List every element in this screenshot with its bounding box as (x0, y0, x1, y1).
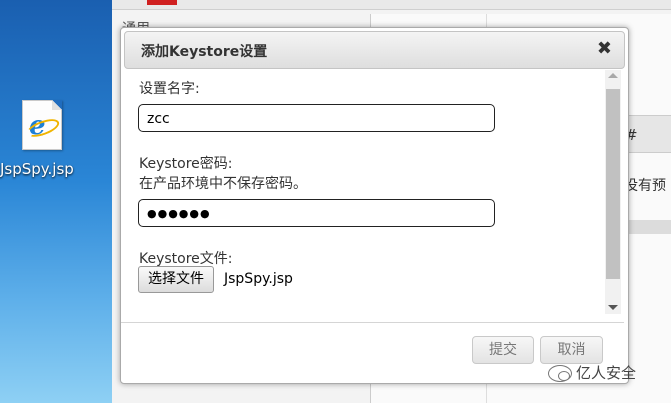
app-topbar (112, 0, 671, 10)
desktop-file-icon[interactable]: e (14, 100, 70, 150)
desktop-file-label[interactable]: JspSpy.jsp (0, 160, 90, 178)
dialog-form: 设置名字: zcc Keystore密码: 在产品环境中不保存密码。 ●●●●●… (121, 70, 624, 322)
submit-button[interactable]: 提交 (472, 336, 534, 364)
app-logo-mark (147, 0, 177, 5)
choose-file-button[interactable]: 选择文件 (138, 266, 214, 293)
file-label: Keystore文件: (139, 251, 233, 267)
selected-file-name: JspSpy.jsp (224, 271, 293, 287)
table-empty-text: 没有预 (624, 178, 666, 194)
dialog-scrollbar[interactable] (605, 70, 621, 314)
watermark-text: 亿人安全 (576, 364, 637, 382)
ie-file-icon: e (22, 100, 62, 150)
scroll-down-icon[interactable] (608, 305, 618, 310)
setting-name-input[interactable]: zcc (138, 104, 495, 132)
dialog-titlebar: 添加Keystore设置 ✖ (124, 31, 625, 69)
password-note: 在产品环境中不保存密码。 (139, 176, 307, 192)
cancel-button[interactable]: 取消 (540, 336, 603, 364)
close-icon[interactable]: ✖ (597, 38, 612, 59)
desktop-background: e JspSpy.jsp (0, 0, 112, 403)
keystore-password-input[interactable]: ●●●●●● (138, 199, 495, 227)
wechat-icon (548, 365, 572, 382)
name-label: 设置名字: (139, 81, 200, 97)
scroll-up-icon[interactable] (608, 73, 618, 78)
dialog-title: 添加Keystore设置 (141, 44, 268, 60)
watermark: 亿人安全 (548, 362, 636, 383)
add-keystore-dialog: 添加Keystore设置 ✖ 设置名字: zcc Keystore密码: 在产品… (120, 27, 629, 384)
scrollbar-thumb[interactable] (606, 89, 620, 279)
password-label: Keystore密码: (139, 156, 233, 172)
dialog-footer-divider (121, 322, 624, 323)
